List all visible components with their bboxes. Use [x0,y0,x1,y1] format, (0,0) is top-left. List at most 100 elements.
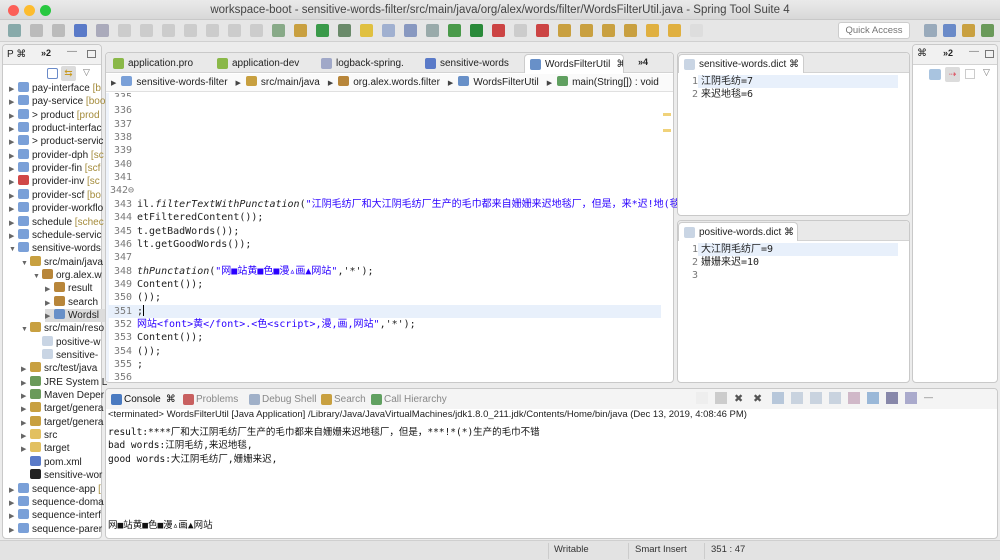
minimize-icon[interactable]: — [67,46,77,57]
toolbar-button[interactable] [338,24,351,37]
code-line[interactable]: 349 Content()); [110,278,203,291]
scroll-lock-icon[interactable] [791,392,803,404]
expand-arrow-icon[interactable]: ▶ [21,390,30,403]
maximize-window-button[interactable] [40,5,51,16]
code-line[interactable]: 348 thPunctation("网■站黄■色■漫▵画▲网站",'*'); [110,265,374,278]
code-line[interactable]: 335 [110,91,137,97]
toolbar-button[interactable] [426,24,439,37]
expand-arrow-icon[interactable]: ▶ [9,524,18,537]
tree-item[interactable]: ▶ provider-dph [sc [9,148,104,163]
toolbar-button[interactable] [184,24,197,37]
tree-item[interactable]: pom.xml [21,455,82,469]
toolbar-button[interactable] [514,24,527,37]
close-icon[interactable]: ⌘ [616,59,623,70]
toolbar-button[interactable] [668,24,681,37]
terminate-icon[interactable] [715,392,727,404]
tree-item[interactable]: ▶ src/test/java [21,362,97,375]
editor-overflow[interactable]: »4 [638,57,648,67]
expand-arrow-icon[interactable]: ▶ [21,377,30,390]
toolbar-button[interactable] [118,24,131,37]
tree-item[interactable]: ▼ sensitive-words [9,242,101,255]
tree-item[interactable]: ▶ target/genera [21,402,104,415]
toolbar-button[interactable] [272,24,285,37]
expand-arrow-icon[interactable]: ▶ [9,217,18,230]
expand-arrow-icon[interactable]: ▶ [45,297,54,310]
breadcrumb-arrow-icon[interactable]: ▶ [111,80,116,87]
tree-item[interactable]: ▶ pay-interface [b [9,82,101,95]
clear-console-icon[interactable] [772,392,784,404]
tree-item[interactable]: ▶ search [45,295,98,310]
expand-arrow-icon[interactable]: ▶ [9,150,18,163]
breadcrumb-item[interactable]: ▶ src/main/java [236,74,320,93]
expand-arrow-icon[interactable]: ▶ [9,510,18,523]
expand-arrow-icon[interactable]: ▶ [21,417,30,430]
tree-item[interactable]: sensitive- [33,349,98,362]
tree-item[interactable]: ▶ provider-inv [sc [9,175,100,188]
view-menu-icon[interactable]: ▽ [83,67,90,78]
breadcrumb-arrow-icon[interactable]: ▶ [448,80,453,87]
toolbar-button[interactable] [580,24,593,37]
tree-item[interactable]: ▶ pay-service [boo [9,95,105,108]
code-line[interactable]: 352 网站<font>黄</font>.<色<script>,漫,画,网站",'… [110,318,416,331]
expand-arrow-icon[interactable]: ▶ [9,203,18,216]
code-line[interactable]: 356 [110,371,137,384]
tree-item[interactable]: ▶ Wordsl [45,308,105,322]
tree-item[interactable]: ▶ src [21,429,57,442]
tree-item[interactable]: positive-w [33,335,100,349]
tree-item[interactable]: ▶ provider-fin [scf [9,162,100,175]
hide-fields-icon[interactable] [929,69,941,80]
view-menu-icon[interactable]: ▽ [983,67,990,78]
toolbar-button[interactable] [206,24,219,37]
minimize-icon[interactable]: — [924,392,936,404]
breadcrumb-item[interactable]: ▶ WordsFilterUtil [448,74,539,93]
code-line[interactable]: 351; [110,304,145,318]
code-line[interactable]: 343 il.filterTextWithPunctation("江阴毛纺厂和大江… [110,198,696,211]
dict-line[interactable]: 2 来迟地毯=6 [686,88,753,101]
tab-debug-shell[interactable]: Debug Shell [247,390,316,409]
toolbar-button[interactable] [316,24,329,37]
toolbar-button[interactable] [30,24,43,37]
quick-access-input[interactable] [838,22,910,39]
dict-line[interactable]: 1 大江阴毛纺厂=9 [686,243,773,256]
toolbar-button[interactable] [536,24,549,37]
open-console-icon[interactable] [905,392,917,404]
expand-arrow-icon[interactable]: ▶ [21,363,30,376]
toolbar-button[interactable] [470,24,483,37]
expand-arrow-icon[interactable]: ▶ [9,190,18,203]
expand-arrow-icon[interactable]: ▶ [9,230,18,243]
toolbar-button[interactable] [492,24,505,37]
show-on-stderr-icon[interactable] [848,392,860,404]
expand-arrow-icon[interactable]: ▶ [9,497,18,510]
tree-item[interactable]: ▶ sequence-parer [9,522,102,537]
expand-arrow-icon[interactable]: ▶ [9,163,18,176]
tab-search[interactable]: Search [319,390,366,409]
tab-call-hierarchy[interactable]: Call Hierarchy [369,390,447,409]
code-line[interactable]: 340 [110,158,137,171]
overview-marker[interactable] [663,113,671,116]
perspective-button[interactable] [962,24,975,37]
tree-item[interactable]: ▶ target/genera [21,415,104,430]
minimize-icon[interactable]: — [969,46,979,57]
collapse-all-icon[interactable] [47,68,58,79]
tab-problems[interactable]: Problems [181,390,238,409]
tree-item[interactable]: ▶ Maven Deper [21,389,104,402]
close-icon[interactable]: ⌘ [789,59,799,70]
tree-item[interactable]: ▶ target [21,442,70,455]
tab-application-dev[interactable]: application-dev [212,54,314,73]
toolbar-button[interactable] [52,24,65,37]
tree-item[interactable]: ▶ schedule [schec [9,215,104,230]
toolbar-button[interactable] [690,24,703,37]
perspective-button[interactable] [943,24,956,37]
toolbar-button[interactable] [558,24,571,37]
breadcrumb-arrow-icon[interactable]: ▶ [236,80,241,87]
toolbar-button[interactable] [294,24,307,37]
view-overflow[interactable]: »2 [41,48,51,58]
tree-item[interactable]: sensitive-wor [21,469,102,482]
tab-logback-spring-[interactable]: logback-spring. [316,54,418,73]
close-icon[interactable]: ⌘ [16,49,26,60]
expand-arrow-icon[interactable]: ▼ [9,243,18,256]
toolbar-button[interactable] [404,24,417,37]
code-line[interactable]: 355; [110,358,143,371]
tab-wordsfilterutil[interactable]: WordsFilterUtil ⌘ [524,54,624,73]
toolbar-button[interactable] [96,24,109,37]
